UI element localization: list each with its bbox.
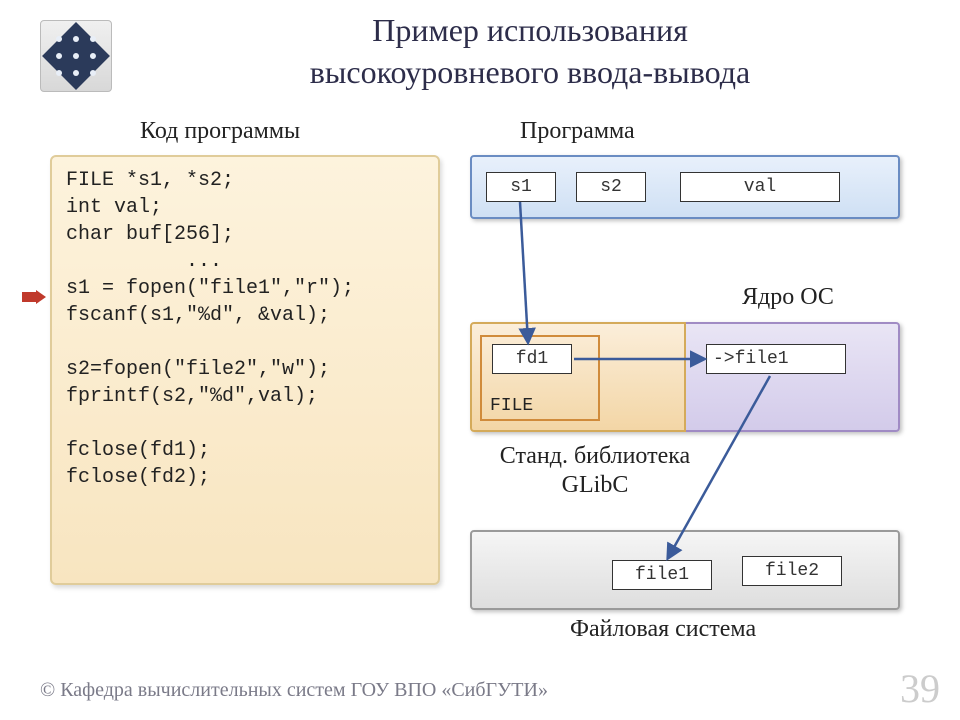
ptr-file1: ->file1	[706, 344, 846, 374]
var-fd1: fd1	[492, 344, 572, 374]
current-line-arrow-icon	[22, 290, 46, 304]
panel-kernel	[686, 322, 900, 432]
slide-footer: © Кафедра вычислительных систем ГОУ ВПО …	[40, 679, 548, 702]
var-s1: s1	[486, 172, 556, 202]
label-kernel: Ядро ОС	[742, 284, 834, 311]
var-val: val	[680, 172, 840, 202]
label-glibc-line1: Станд. библиотека	[500, 443, 690, 469]
title-line2: высокоуровневого ввода-вывода	[310, 54, 750, 90]
label-glibc: Станд. библиотека GLibC	[470, 442, 720, 500]
heading-code: Код программы	[140, 118, 300, 145]
slide-title: Пример использования высокоуровневого вв…	[130, 10, 930, 93]
title-line1: Пример использования	[372, 12, 688, 48]
slide-logo	[40, 20, 112, 92]
label-glibc-line2: GLibC	[562, 472, 629, 498]
var-s2: s2	[576, 172, 646, 202]
label-FILE: FILE	[490, 396, 533, 416]
logo-graphic	[42, 22, 110, 90]
file2: file2	[742, 556, 842, 586]
code-block: FILE *s1, *s2; int val; char buf[256]; .…	[50, 155, 440, 585]
file1: file1	[612, 560, 712, 590]
page-number: 39	[900, 665, 940, 712]
label-filesystem: Файловая система	[570, 616, 756, 643]
heading-program: Программа	[520, 118, 635, 145]
